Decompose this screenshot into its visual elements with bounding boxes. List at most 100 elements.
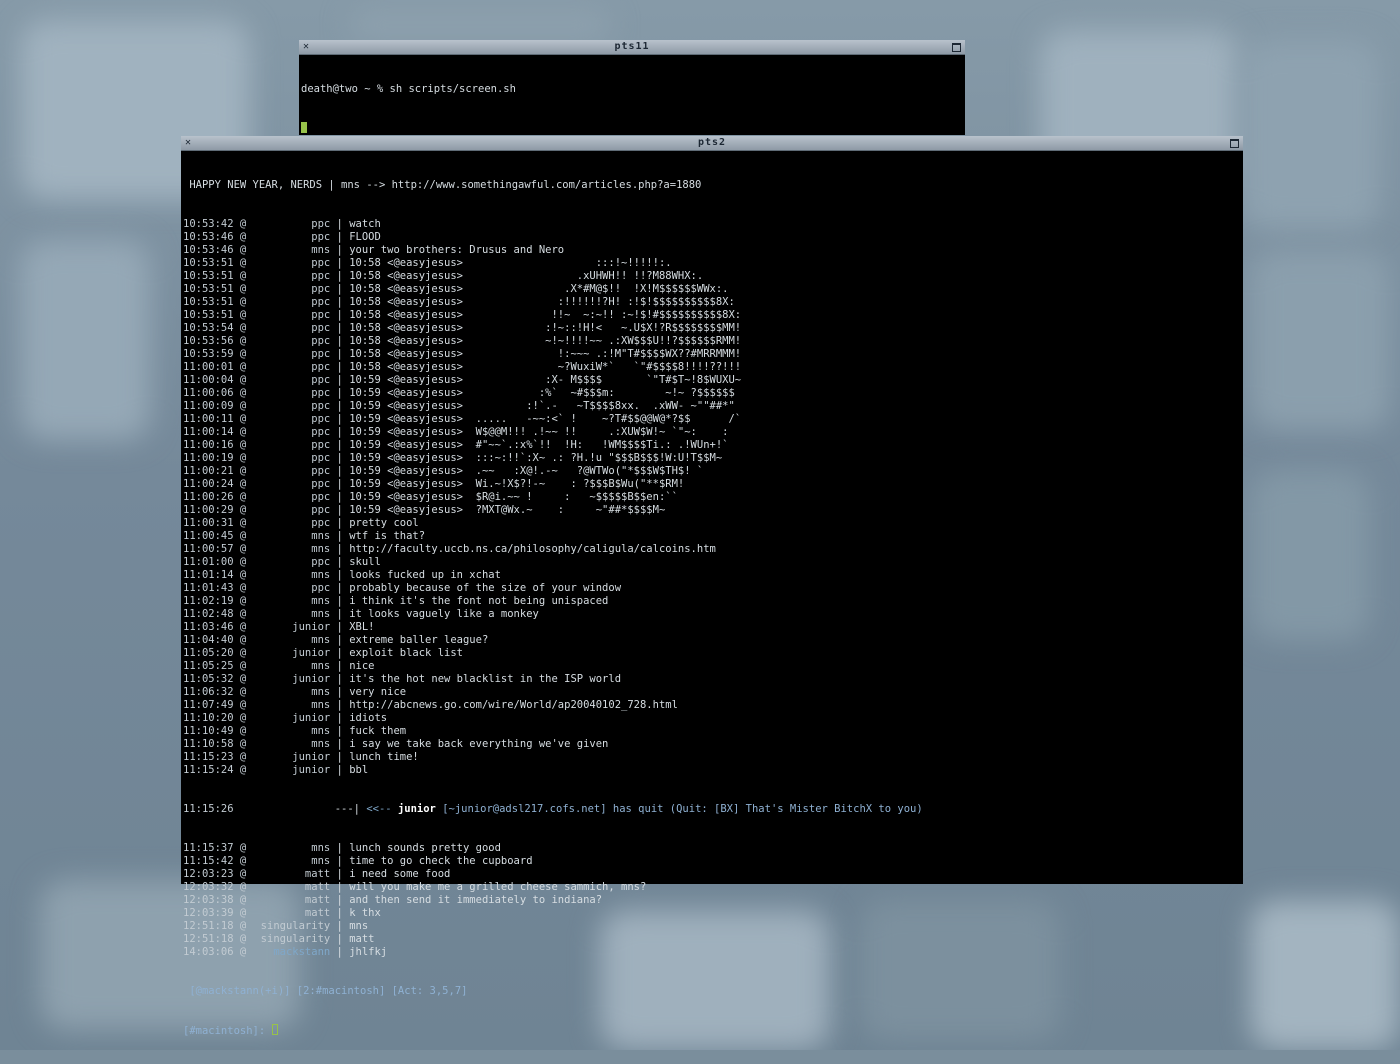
nickname[interactable]: matt <box>246 894 330 907</box>
message-text: bbl <box>349 764 369 776</box>
nickname[interactable]: mns <box>246 725 330 738</box>
terminal-window-pts11[interactable]: ✕ pts11 death@two ~ % sh scripts/screen.… <box>299 40 965 135</box>
window-titlebar[interactable]: ✕ pts2 <box>181 136 1243 151</box>
nickname[interactable]: mns <box>246 699 330 712</box>
nickname[interactable]: ppc <box>246 270 330 283</box>
nickname[interactable]: mackstann <box>246 946 330 959</box>
timestamp: 12:03:38 @ <box>183 894 247 906</box>
message-text: probably because of the size of your win… <box>349 582 622 594</box>
message-text: and then send it immediately to indiana? <box>349 894 603 906</box>
nickname[interactable]: junior <box>246 673 330 686</box>
input-line[interactable]: [#macintosh]: <box>183 1024 1241 1038</box>
nick-separator: | <box>330 270 350 282</box>
nickname[interactable]: mns <box>246 569 330 582</box>
nickname[interactable]: ppc <box>246 491 330 504</box>
maximize-icon[interactable] <box>952 43 961 52</box>
timestamp: 10:53:51 @ <box>183 257 247 269</box>
chat-line: 14:03:06 @ mackstann | jhlfkj <box>183 946 1241 959</box>
maximize-icon[interactable] <box>1230 139 1239 148</box>
nickname[interactable]: mns <box>246 842 330 855</box>
nickname[interactable]: junior <box>246 764 330 777</box>
nickname[interactable]: mns <box>246 530 330 543</box>
timestamp: 11:02:48 @ <box>183 608 247 620</box>
message-text: very nice <box>349 686 407 698</box>
terminal-window-pts2[interactable]: ✕ pts2 HAPPY NEW YEAR, NERDS | mns --> h… <box>181 136 1243 1037</box>
nickname[interactable]: mns <box>246 660 330 673</box>
nick-separator: | <box>330 595 350 607</box>
nickname[interactable]: ppc <box>246 257 330 270</box>
nickname[interactable]: ppc <box>246 452 330 465</box>
timestamp: 11:00:11 @ <box>183 413 247 425</box>
nick-separator: | <box>330 738 350 750</box>
nickname[interactable]: ppc <box>246 309 330 322</box>
chat-line: 12:03:39 @ matt | k thx <box>183 907 1241 920</box>
nickname[interactable]: junior <box>246 751 330 764</box>
nickname[interactable]: mns <box>246 686 330 699</box>
nickname[interactable]: mns <box>246 608 330 621</box>
nickname[interactable]: ppc <box>246 426 330 439</box>
nick-separator: | <box>330 647 350 659</box>
nickname[interactable]: ppc <box>246 517 330 530</box>
nickname[interactable]: ppc <box>246 374 330 387</box>
nickname[interactable]: ppc <box>246 413 330 426</box>
message-text: i think it's the font not being unispace… <box>349 595 609 607</box>
irc-chat-log[interactable]: HAPPY NEW YEAR, NERDS | mns --> http://w… <box>183 153 1241 1064</box>
message-text: pretty cool <box>349 517 419 529</box>
nickname[interactable]: ppc <box>246 361 330 374</box>
nickname[interactable]: mns <box>246 634 330 647</box>
window-title: pts2 <box>697 137 727 148</box>
message-text: lunch sounds pretty good <box>349 842 501 854</box>
nick-separator: | <box>330 881 350 893</box>
message-text: it looks vaguely like a monkey <box>349 608 539 620</box>
nickname[interactable]: singularity <box>246 933 331 946</box>
nickname[interactable]: ppc <box>246 556 330 569</box>
nickname[interactable]: ppc <box>246 465 330 478</box>
window-titlebar[interactable]: ✕ pts11 <box>299 40 965 55</box>
message-text: 10:59 <@easyjesus> W$@@M!!! .!~~ !! .:XU… <box>349 426 729 438</box>
timestamp: 11:00:01 @ <box>183 361 247 373</box>
nickname[interactable]: mns <box>246 595 330 608</box>
nickname[interactable]: matt <box>246 881 330 894</box>
nickname[interactable]: ppc <box>246 322 330 335</box>
nickname[interactable]: mns <box>246 543 330 556</box>
chat-line: 12:03:38 @ matt | and then send it immedi… <box>183 894 1241 907</box>
nickname[interactable]: ppc <box>246 218 330 231</box>
nickname[interactable]: ppc <box>246 439 330 452</box>
chat-line: 11:00:45 @ mns | wtf is that? <box>183 530 1241 543</box>
nickname[interactable]: junior <box>246 647 330 660</box>
nickname[interactable]: singularity <box>246 920 331 933</box>
chat-line: 11:15:37 @ mns | lunch sounds pretty good <box>183 842 1241 855</box>
input-cursor[interactable] <box>271 1024 278 1035</box>
chat-line: 11:00:21 @ ppc | 10:59 <@easyjesus> .~~ :… <box>183 465 1241 478</box>
nickname[interactable]: ppc <box>246 387 330 400</box>
nickname[interactable]: ppc <box>246 504 330 517</box>
nickname[interactable]: ppc <box>246 296 330 309</box>
message-text: 10:58 <@easyjesus> .X*#M@$!! !X!M$$$$$$W… <box>349 283 729 295</box>
nickname[interactable]: matt <box>246 907 330 920</box>
nick-separator: | <box>330 673 350 685</box>
nickname[interactable]: ppc <box>246 231 330 244</box>
nickname[interactable]: mns <box>246 244 330 257</box>
nickname[interactable]: ppc <box>246 335 330 348</box>
nickname[interactable]: ppc <box>246 478 330 491</box>
nickname[interactable]: ppc <box>246 400 330 413</box>
message-text: 10:59 <@easyjesus> :::~:!!`:X~ .: ?H.!u … <box>349 452 723 464</box>
wallpaper-shape <box>1250 470 1370 640</box>
timestamp: 11:00:45 @ <box>183 530 247 542</box>
timestamp: 12:03:23 @ <box>183 868 247 880</box>
chat-line: 11:10:49 @ mns | fuck them <box>183 725 1241 738</box>
nickname[interactable]: mns <box>246 855 330 868</box>
nickname[interactable]: ppc <box>246 582 330 595</box>
nickname[interactable]: junior <box>246 621 330 634</box>
nickname[interactable]: ppc <box>246 283 330 296</box>
chat-line: 11:00:24 @ ppc | 10:59 <@easyjesus> Wi.~!… <box>183 478 1241 491</box>
chat-line: 11:04:40 @ mns | extreme baller league? <box>183 634 1241 647</box>
nickname[interactable]: matt <box>246 868 330 881</box>
message-text: 10:58 <@easyjesus> .xUHWH!! !!?M88WHX:. <box>349 270 704 282</box>
nickname[interactable]: junior <box>246 712 330 725</box>
timestamp: 11:00:26 @ <box>183 491 247 503</box>
nickname[interactable]: ppc <box>246 348 330 361</box>
timestamp: 10:53:42 @ <box>183 218 247 230</box>
chat-line: 10:53:51 @ ppc | 10:58 <@easyjesus> !!~ ~… <box>183 309 1241 322</box>
nickname[interactable]: mns <box>246 738 330 751</box>
